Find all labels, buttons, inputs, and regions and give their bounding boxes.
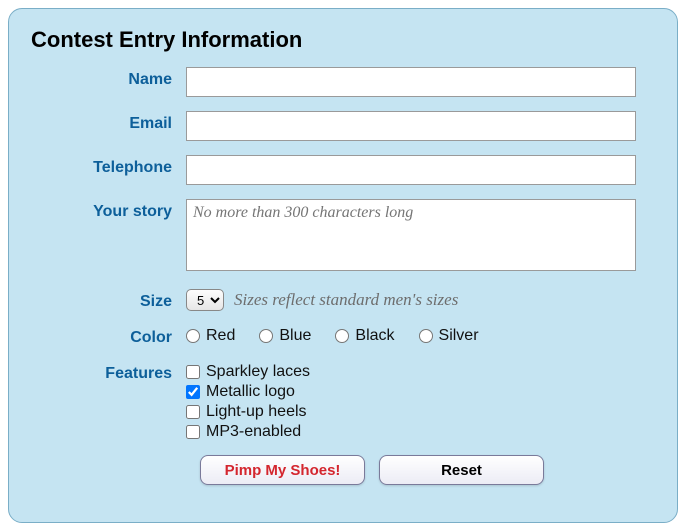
checkbox-metallic-logo[interactable] xyxy=(186,385,200,399)
telephone-input[interactable] xyxy=(186,155,636,185)
row-size: Size 5 Sizes reflect standard men's size… xyxy=(31,289,655,311)
label-email: Email xyxy=(31,111,186,133)
color-label: Red xyxy=(206,327,235,345)
feature-label: Metallic logo xyxy=(206,383,295,401)
feature-sparkley-laces[interactable]: Sparkley laces xyxy=(186,363,655,381)
color-option-blue[interactable]: Blue xyxy=(259,327,311,345)
radio-blue[interactable] xyxy=(259,329,273,343)
story-textarea[interactable] xyxy=(186,199,636,271)
color-option-black[interactable]: Black xyxy=(335,327,394,345)
label-name: Name xyxy=(31,67,186,89)
feature-label: MP3-enabled xyxy=(206,423,301,441)
row-story: Your story xyxy=(31,199,655,275)
checkbox-mp3-enabled[interactable] xyxy=(186,425,200,439)
color-label: Blue xyxy=(279,327,311,345)
contest-form-panel: Contest Entry Information Name Email Tel… xyxy=(8,8,678,523)
row-features: Features Sparkley laces Metallic logo Li… xyxy=(31,361,655,441)
page-title: Contest Entry Information xyxy=(31,27,655,53)
name-input[interactable] xyxy=(186,67,636,97)
radio-red[interactable] xyxy=(186,329,200,343)
submit-button[interactable]: Pimp My Shoes! xyxy=(200,455,365,485)
row-email: Email xyxy=(31,111,655,141)
color-label: Black xyxy=(355,327,394,345)
size-hint: Sizes reflect standard men's sizes xyxy=(234,290,458,310)
color-option-red[interactable]: Red xyxy=(186,327,235,345)
radio-silver[interactable] xyxy=(419,329,433,343)
row-telephone: Telephone xyxy=(31,155,655,185)
label-size: Size xyxy=(31,289,186,311)
label-color: Color xyxy=(31,325,186,347)
label-telephone: Telephone xyxy=(31,155,186,177)
checkbox-sparkley-laces[interactable] xyxy=(186,365,200,379)
feature-label: Light-up heels xyxy=(206,403,307,421)
radio-black[interactable] xyxy=(335,329,349,343)
color-option-silver[interactable]: Silver xyxy=(419,327,479,345)
reset-button[interactable]: Reset xyxy=(379,455,544,485)
feature-label: Sparkley laces xyxy=(206,363,310,381)
row-color: Color Red Blue Black Silver xyxy=(31,325,655,347)
button-row: Pimp My Shoes! Reset xyxy=(200,455,655,485)
label-story: Your story xyxy=(31,199,186,221)
size-select[interactable]: 5 xyxy=(186,289,224,311)
email-input[interactable] xyxy=(186,111,636,141)
color-label: Silver xyxy=(439,327,479,345)
feature-mp3-enabled[interactable]: MP3-enabled xyxy=(186,423,655,441)
feature-light-up-heels[interactable]: Light-up heels xyxy=(186,403,655,421)
row-name: Name xyxy=(31,67,655,97)
checkbox-light-up-heels[interactable] xyxy=(186,405,200,419)
feature-metallic-logo[interactable]: Metallic logo xyxy=(186,383,655,401)
label-features: Features xyxy=(31,361,186,383)
